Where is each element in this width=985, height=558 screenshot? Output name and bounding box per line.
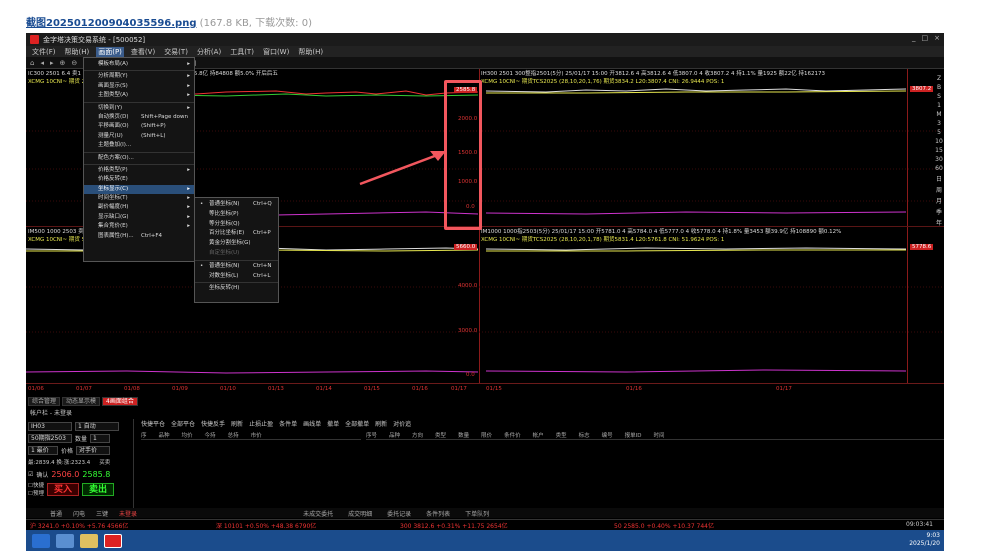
annotation-arrow-line bbox=[359, 152, 441, 186]
attachment-header: 截图20250120090403559​6.png (167.8 KB, 下载次… bbox=[26, 14, 312, 29]
attachment-meta: (167.8 KB, 下载次数: 0) bbox=[199, 18, 312, 29]
attachment-filename-link[interactable]: 截图20250120090403559​6.png bbox=[26, 18, 196, 29]
forum-page: 截图20250120090403559​6.png (167.8 KB, 下载次… bbox=[0, 0, 985, 558]
annotation-arrow-svg bbox=[359, 151, 446, 186]
screenshot-window: 金字塔决策交易系统 - [500052] _ □ × 文件(F) 帮助(H) 画面(… bbox=[26, 33, 944, 551]
